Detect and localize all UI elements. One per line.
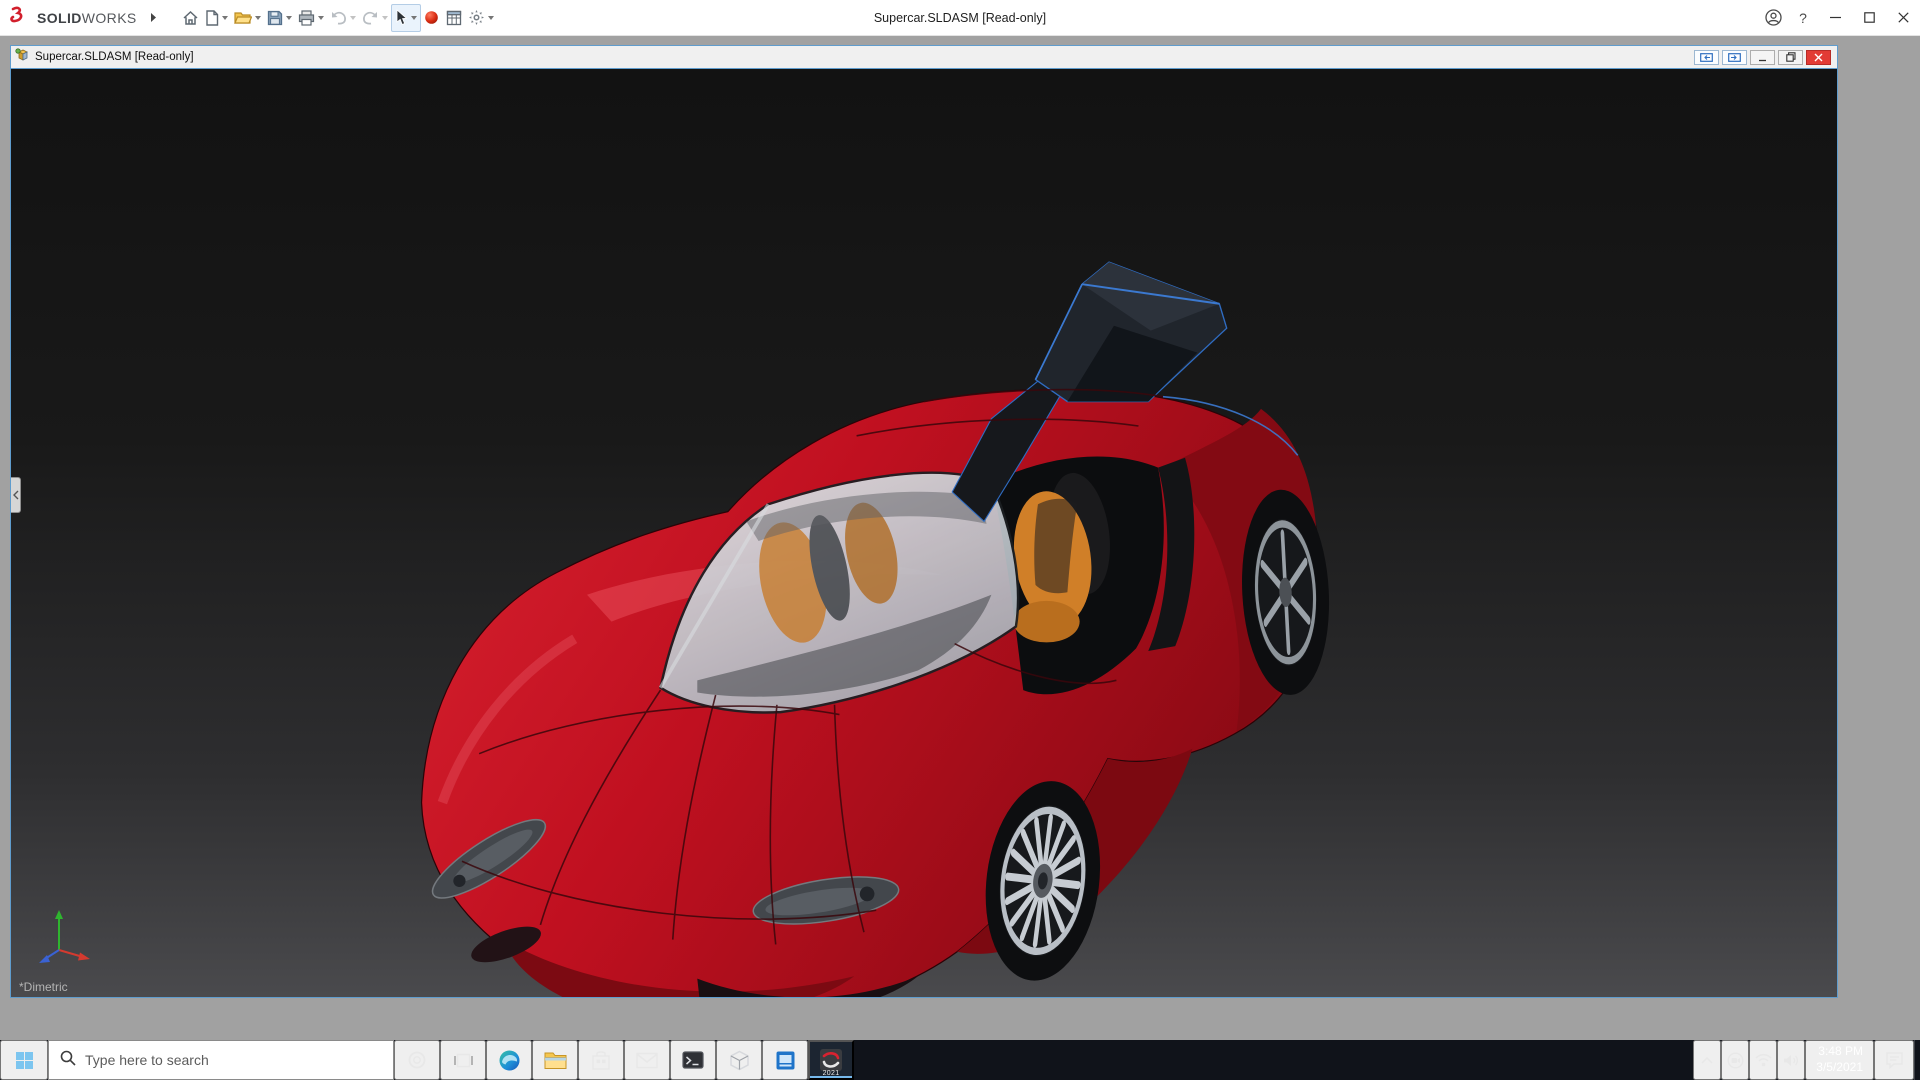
system-tray: 3:48 PM 3/5/2021: [1693, 1040, 1920, 1080]
redo-dropdown[interactable]: [382, 16, 388, 20]
screen: SOLIDWORKS: [0, 0, 1920, 1080]
save-dropdown[interactable]: [286, 16, 292, 20]
app-window-controls: ?: [1758, 0, 1920, 35]
windows-taskbar: 2021 3:48 PM 3/5/2021: [0, 1040, 1920, 1080]
save-button[interactable]: [264, 4, 295, 32]
doc-minimize-button[interactable]: [1750, 50, 1775, 65]
store-icon[interactable]: [578, 1040, 624, 1080]
brand-name: SOLIDWORKS: [37, 10, 137, 26]
doc-close-button[interactable]: [1806, 50, 1831, 65]
document-title: Supercar.SLDASM [Read-only]: [35, 51, 194, 63]
search-input[interactable]: [85, 1052, 382, 1068]
supercar-model[interactable]: [11, 69, 1837, 997]
solidworks-titlebar: SOLIDWORKS: [0, 0, 1920, 36]
assembly-document-icon: [15, 48, 30, 67]
cortana-icon[interactable]: [394, 1040, 440, 1080]
mail-icon[interactable]: [624, 1040, 670, 1080]
pane-left-icon[interactable]: [1694, 50, 1719, 65]
mouse-gesture-sphere-button[interactable]: [421, 4, 443, 32]
document-window: Supercar.SLDASM [Read-only]: [10, 45, 1838, 998]
3d-viewer-icon[interactable]: [716, 1040, 762, 1080]
app-window-title: Supercar.SLDASM [Read-only]: [874, 11, 1046, 25]
menu-expand-arrow[interactable]: [143, 4, 165, 32]
print-dropdown[interactable]: [318, 16, 324, 20]
mdi-background: Supercar.SLDASM [Read-only]: [0, 36, 1920, 1040]
print-button[interactable]: [295, 4, 327, 32]
notification-center-icon[interactable]: [1874, 1040, 1914, 1080]
home-button[interactable]: [179, 4, 202, 32]
search-icon: [60, 1050, 76, 1071]
pane-right-icon[interactable]: [1722, 50, 1747, 65]
select-tool-button[interactable]: [391, 4, 421, 32]
solidworks-brand: SOLIDWORKS: [0, 6, 143, 29]
task-view-icon[interactable]: [440, 1040, 486, 1080]
app-minimize-button[interactable]: [1818, 0, 1852, 35]
undo-dropdown[interactable]: [350, 16, 356, 20]
clock-date: 3/5/2021: [1816, 1060, 1863, 1076]
file-explorer-icon[interactable]: [532, 1040, 578, 1080]
taskbar-search[interactable]: [48, 1040, 394, 1080]
clock-time: 3:48 PM: [1816, 1044, 1863, 1060]
edge-icon[interactable]: [486, 1040, 532, 1080]
redo-button[interactable]: [359, 4, 391, 32]
meet-now-icon[interactable]: [1721, 1040, 1749, 1080]
hidden-icons-chevron[interactable]: [1693, 1040, 1721, 1080]
help-icon[interactable]: ?: [1788, 0, 1818, 35]
design-report-button[interactable]: [443, 4, 465, 32]
undo-button[interactable]: [327, 4, 359, 32]
open-dropdown[interactable]: [255, 16, 261, 20]
doc-restore-button[interactable]: [1778, 50, 1803, 65]
dassault-logo-icon: [10, 6, 32, 29]
network-icon[interactable]: [1749, 1040, 1777, 1080]
panel-collapse-tab[interactable]: [11, 477, 21, 513]
solidworks-taskbar-icon[interactable]: 2021: [808, 1040, 854, 1080]
orientation-triad: [35, 906, 93, 973]
start-button[interactable]: [0, 1040, 48, 1080]
app-maximize-button[interactable]: [1852, 0, 1886, 35]
account-icon[interactable]: [1758, 0, 1788, 35]
taskbar-clock[interactable]: 3:48 PM 3/5/2021: [1805, 1040, 1874, 1080]
open-button[interactable]: [231, 4, 264, 32]
document-titlebar[interactable]: Supercar.SLDASM [Read-only]: [11, 46, 1837, 68]
volume-icon[interactable]: [1777, 1040, 1805, 1080]
view-orientation-label: *Dimetric: [19, 980, 68, 994]
select-tool-dropdown[interactable]: [411, 16, 417, 20]
new-document-dropdown[interactable]: [222, 16, 228, 20]
settings-dropdown[interactable]: [488, 16, 494, 20]
document-window-controls: [1694, 50, 1833, 65]
settings-button[interactable]: [465, 4, 497, 32]
media-app-icon[interactable]: [762, 1040, 808, 1080]
terminal-icon[interactable]: [670, 1040, 716, 1080]
show-desktop-button[interactable]: [1914, 1040, 1920, 1080]
viewport-3d[interactable]: *Dimetric: [11, 68, 1837, 997]
solidworks-year-label: 2021: [810, 1070, 852, 1077]
app-close-button[interactable]: [1886, 0, 1920, 35]
new-document-button[interactable]: [202, 4, 231, 32]
